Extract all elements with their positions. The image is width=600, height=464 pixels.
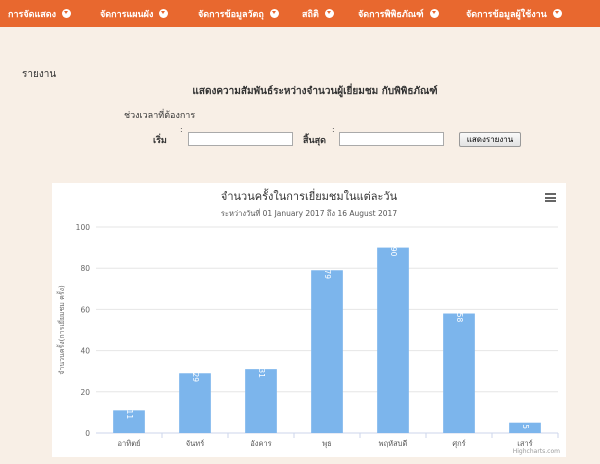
hamburger-menu-icon[interactable]: [545, 193, 556, 202]
main-navbar: การจัดแสดง จัดการแผนผัง จัดการข้อมูลวัตถ…: [0, 0, 600, 27]
x-tick-label: อังคาร: [250, 439, 271, 448]
bar-data-label: 29: [191, 372, 200, 382]
nav-floorplan-label: จัดการแผนผัง: [100, 9, 154, 20]
nav-users[interactable]: จัดการข้อมูลผู้ใช้งาน: [466, 0, 562, 27]
show-report-button[interactable]: แสดงรายงาน: [459, 132, 521, 147]
y-tick-label: 100: [76, 223, 91, 232]
nav-users-label: จัดการข้อมูลผู้ใช้งาน: [466, 9, 547, 20]
y-axis-label: จำนวนครั้ง(การเยี่ยมชม ครั้ง): [55, 285, 66, 375]
nav-statistics-label: สถิติ: [302, 9, 319, 20]
chevron-down-icon: [159, 9, 169, 18]
y-tick-label: 80: [80, 264, 90, 273]
chevron-down-icon: [269, 9, 279, 18]
nav-exhibition[interactable]: การจัดแสดง: [8, 0, 71, 27]
end-label: สิ้นสุด: [303, 136, 326, 146]
y-tick-label: 60: [80, 305, 90, 314]
start-label: เริ่ม: [153, 136, 167, 146]
chevron-down-icon: [62, 9, 71, 18]
x-tick-label: เสาร์: [517, 439, 532, 448]
nav-floorplan[interactable]: จัดการแผนผัง: [100, 0, 169, 27]
y-tick-label: 0: [85, 429, 90, 438]
nav-museums-label: จัดการพิพิธภัณฑ์: [358, 9, 424, 20]
chart-title: จำนวนครั้งในการเยี่ยมชมในแต่ละวัน: [221, 188, 398, 203]
nav-objects[interactable]: จัดการข้อมูลวัตถุ: [198, 0, 279, 27]
chevron-down-icon: [324, 9, 334, 18]
end-colon: :: [332, 125, 335, 134]
page-heading: แสดงความสัมพันธ์ระหว่างจำนวนผู้เยี่ยมชม …: [192, 86, 438, 97]
nav-statistics[interactable]: สถิติ: [302, 0, 334, 27]
chevron-down-icon: [429, 9, 439, 18]
start-date-input[interactable]: [188, 132, 293, 146]
start-colon: :: [180, 125, 183, 134]
bar: [245, 369, 277, 433]
visits-chart-container: จำนวนครั้งในการเยี่ยมชมในแต่ละวันระหว่าง…: [52, 183, 566, 457]
bar-data-label: 58: [455, 313, 464, 323]
bar-data-label: 79: [323, 269, 332, 279]
x-tick-label: อาทิตย์: [118, 439, 141, 448]
bar-data-label: 5: [521, 424, 530, 429]
bar-data-label: 11: [125, 410, 134, 420]
visits-bar-chart: จำนวนครั้งในการเยี่ยมชมในแต่ละวันระหว่าง…: [55, 188, 560, 455]
x-tick-label: พฤหัสบดี: [379, 439, 408, 448]
x-tick-label: ศุกร์: [452, 439, 465, 448]
x-tick-label: พุธ: [322, 439, 332, 448]
end-date-input[interactable]: [339, 132, 444, 146]
bar: [311, 270, 343, 433]
y-tick-label: 20: [80, 388, 90, 397]
report-label: รายงาน: [22, 69, 57, 80]
bar: [443, 313, 475, 433]
bar: [377, 247, 409, 433]
bar-data-label: 90: [389, 247, 398, 257]
nav-museums[interactable]: จัดการพิพิธภัณฑ์: [358, 0, 439, 27]
chart-credits: Highcharts.com: [513, 448, 560, 455]
x-tick-label: จันทร์: [186, 439, 205, 448]
period-label: ช่วงเวลาที่ต้องการ: [124, 111, 196, 121]
chevron-down-icon: [552, 9, 562, 18]
nav-exhibition-label: การจัดแสดง: [8, 9, 56, 20]
chart-subtitle: ระหว่างวันที่ 01 January 2017 ถึง 16 Aug…: [221, 208, 397, 218]
bar: [179, 373, 211, 433]
y-tick-label: 40: [80, 347, 90, 356]
nav-objects-label: จัดการข้อมูลวัตถุ: [198, 9, 264, 20]
bar-data-label: 31: [257, 368, 266, 378]
